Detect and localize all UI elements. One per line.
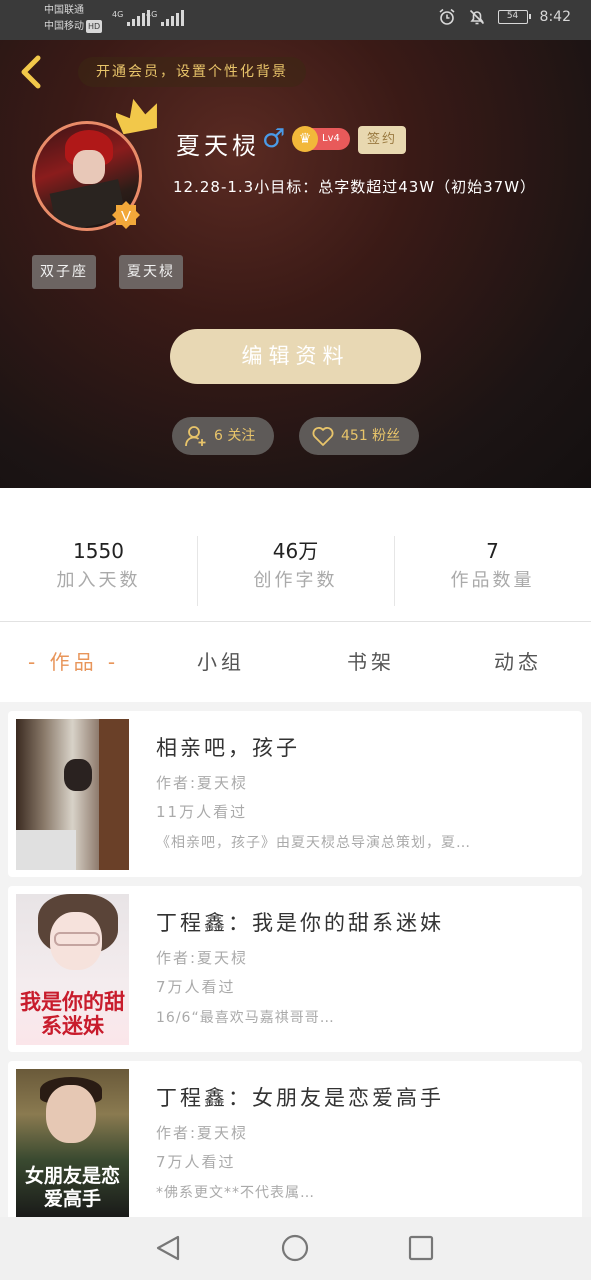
- carrier-1-label: 中国联通: [44, 5, 84, 16]
- chevron-left-icon: [21, 55, 41, 89]
- level-badge[interactable]: ♛ Lv4: [292, 126, 350, 152]
- following-button[interactable]: 6 关注: [172, 417, 274, 455]
- book-author: 作者:夏天棂: [156, 1124, 249, 1142]
- level-label: Lv4: [322, 133, 340, 144]
- book-views: 11万人看过: [156, 803, 248, 821]
- signal-icon-2: 4G: [146, 10, 185, 26]
- book-views: 7万人看过: [156, 978, 236, 996]
- book-description: 《相亲吧，孩子》由夏天棂总导演总策划，夏…: [156, 835, 471, 851]
- triangle-back-icon[interactable]: [154, 1233, 184, 1263]
- hd-badge: HD: [86, 20, 103, 33]
- cover-title: 女朋友是恋爱高手: [24, 1165, 120, 1210]
- profile-header: 开通会员，设置个性化背景 V 夏天棂 ♂ ♛ Lv4 签约 12.28-1.3小…: [0, 40, 591, 488]
- stat-value: 1550: [73, 539, 124, 563]
- carrier-1: 中国联通: [44, 4, 84, 17]
- book-title: 丁程鑫：我是你的甜系迷妹: [156, 911, 444, 935]
- stat-label: 作品数量: [450, 570, 535, 591]
- tag-zodiac[interactable]: 双子座: [32, 255, 96, 289]
- book-views: 7万人看过: [156, 1153, 236, 1171]
- svg-text:V: V: [121, 208, 131, 225]
- tab-works[interactable]: - 作品 -: [28, 647, 119, 677]
- tag-name[interactable]: 夏天棂: [119, 255, 183, 289]
- username: 夏天棂: [176, 132, 260, 160]
- stats-panel: 1550 加入天数 46万 创作字数 7 作品数量: [0, 488, 591, 622]
- edit-profile-button[interactable]: 编辑资料: [170, 329, 421, 384]
- network-type-2: 4G: [146, 10, 158, 19]
- cover-title: 我是你的甜系迷妹: [20, 990, 125, 1038]
- status-right: 54 8:42: [438, 8, 571, 26]
- add-user-icon: [185, 426, 206, 447]
- book-author: 作者:夏天棂: [156, 774, 249, 792]
- tab-activity[interactable]: 动态: [494, 647, 542, 677]
- book-card[interactable]: 相亲吧，孩子 作者:夏天棂 11万人看过 《相亲吧，孩子》由夏天棂总导演总策划，…: [8, 711, 582, 877]
- crown-small-icon: ♛: [292, 126, 318, 152]
- bio: 12.28-1.3小目标：总字数超过43W（初始37W）: [173, 178, 537, 196]
- book-cover[interactable]: 女朋友是恋爱高手: [16, 1069, 129, 1220]
- mute-notification-icon: [469, 9, 484, 25]
- stat-works-count: 7 作品数量: [394, 536, 591, 596]
- alarm-icon: [439, 8, 455, 25]
- book-title: 丁程鑫：女朋友是恋爱高手: [156, 1086, 444, 1110]
- stat-label: 创作字数: [253, 570, 338, 591]
- stat-word-count: 46万 创作字数: [197, 536, 394, 596]
- tab-bar: - 作品 - 小组 书架 动态: [0, 622, 591, 702]
- vip-banner[interactable]: 开通会员，设置个性化背景: [78, 57, 306, 87]
- book-author: 作者:夏天棂: [156, 949, 249, 967]
- book-title: 相亲吧，孩子: [156, 736, 300, 760]
- book-card[interactable]: 女朋友是恋爱高手 丁程鑫：女朋友是恋爱高手 作者:夏天棂 7万人看过 *佛系更文…: [8, 1061, 582, 1227]
- back-button[interactable]: [14, 54, 50, 90]
- sign-badge: 签约: [358, 126, 406, 154]
- carrier-2-label: 中国移动: [44, 21, 84, 32]
- gender-male-icon: ♂: [262, 124, 286, 154]
- book-cover[interactable]: [16, 719, 129, 870]
- book-description: 16/6“最喜欢马嘉祺哥哥…: [156, 1010, 335, 1026]
- square-recent-icon[interactable]: [406, 1233, 436, 1263]
- heart-icon: [312, 427, 334, 446]
- stat-join-days: 1550 加入天数: [0, 536, 197, 596]
- circle-home-icon[interactable]: [280, 1233, 310, 1263]
- stat-label: 加入天数: [56, 570, 141, 591]
- battery-icon: 54: [497, 10, 531, 24]
- stat-value: 46万: [272, 539, 319, 563]
- crown-icon: [116, 98, 157, 135]
- tab-bookshelf[interactable]: 书架: [347, 647, 395, 677]
- system-nav-bar: [0, 1217, 591, 1280]
- book-cover[interactable]: 我是你的甜系迷妹: [16, 894, 129, 1045]
- carrier-2: 中国移动 HD: [44, 20, 103, 33]
- following-count: 6 关注: [214, 428, 256, 444]
- status-bar: 中国联通 中国移动 HD 4G 4G 54 8:42: [0, 0, 591, 40]
- v-badge-icon: V: [112, 201, 140, 229]
- stat-value: 7: [486, 539, 499, 563]
- tab-groups[interactable]: 小组: [197, 647, 245, 677]
- signal-icon-1: 4G: [112, 10, 151, 26]
- clock: 8:42: [539, 9, 571, 25]
- network-type-1: 4G: [112, 10, 124, 19]
- fans-count: 451 粉丝: [341, 428, 401, 444]
- book-description: *佛系更文**不代表属…: [156, 1185, 315, 1201]
- fans-button[interactable]: 451 粉丝: [299, 417, 419, 455]
- book-card[interactable]: 我是你的甜系迷妹 丁程鑫：我是你的甜系迷妹 作者:夏天棂 7万人看过 16/6“…: [8, 886, 582, 1052]
